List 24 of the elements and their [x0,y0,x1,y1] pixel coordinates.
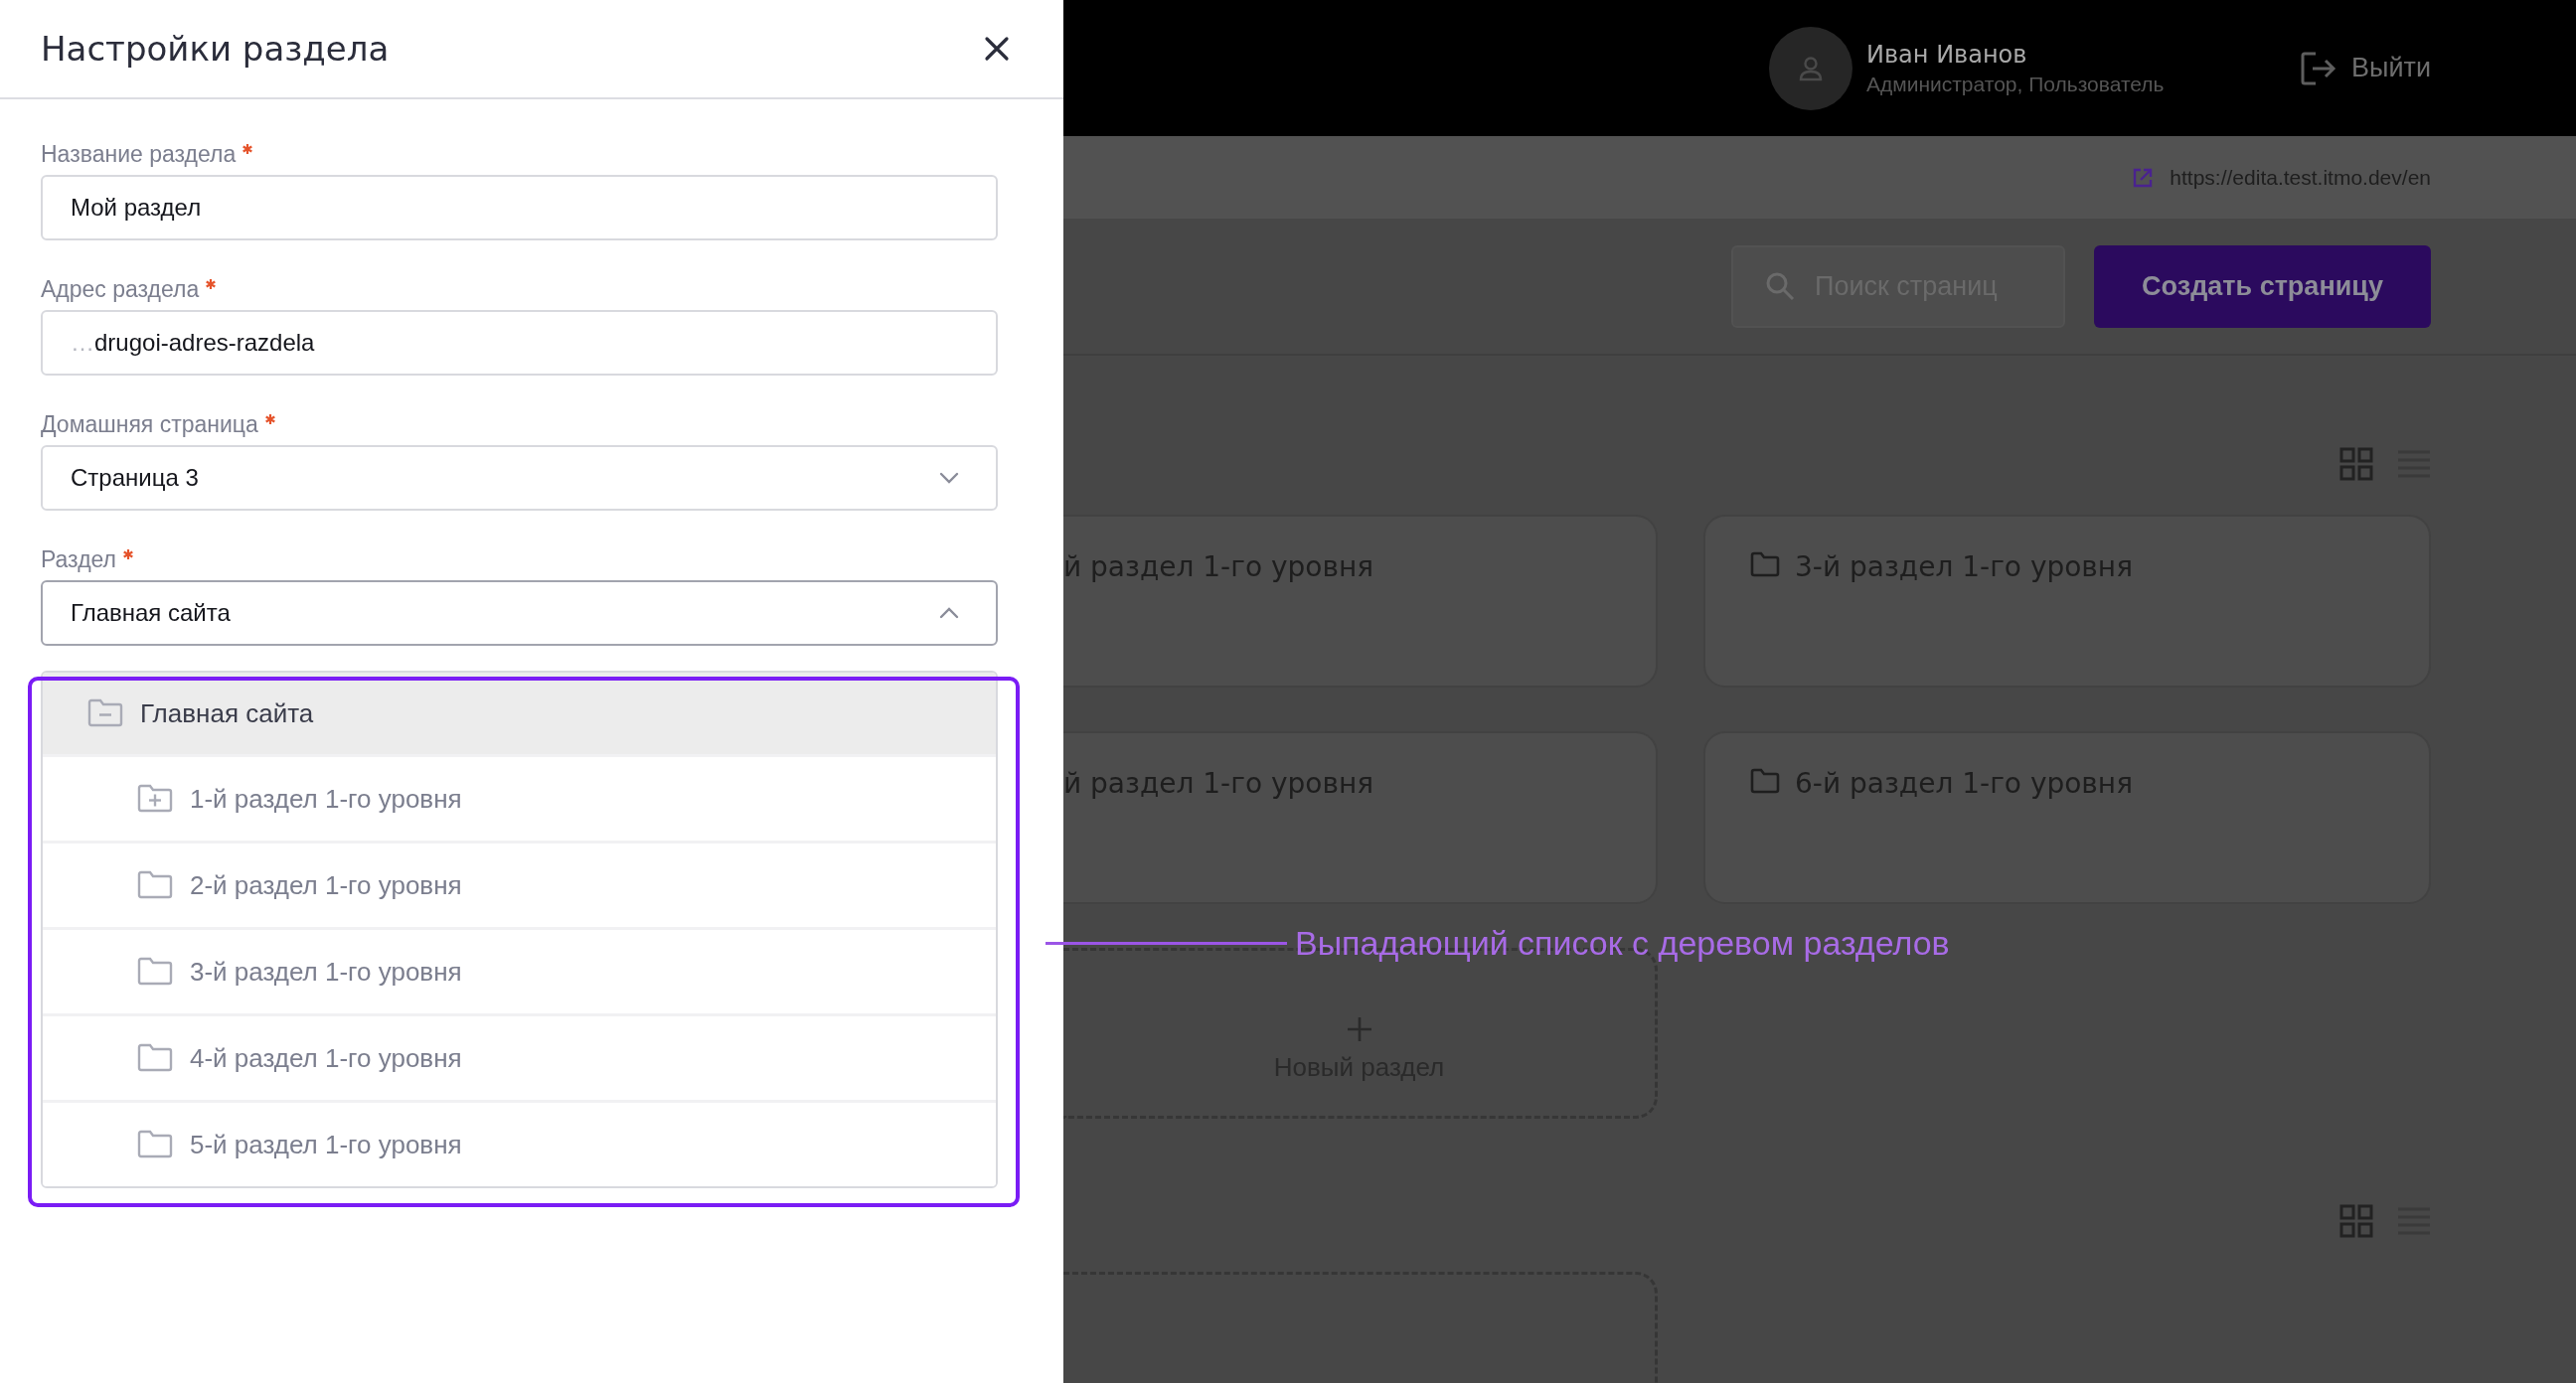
field-label: Раздел [41,546,117,573]
grid-view-icon[interactable] [2339,447,2373,481]
text-field[interactable]: Мой раздел [41,175,998,240]
external-link-icon [2132,166,2155,189]
tree-item[interactable]: Главная сайта [43,673,996,754]
chevron-down-icon [938,471,960,485]
tree-item[interactable]: 5-й раздел 1-го уровня [43,1100,996,1186]
create-page-button[interactable]: Создать страницу [2094,244,2431,328]
folder-icon [1749,767,1781,795]
close-icon [984,36,1010,62]
select-field[interactable]: Главная сайта [41,580,998,646]
field-label: Домашняя страница [41,411,258,438]
panel-title: Настройки раздела [41,29,390,69]
chevron-up-icon [938,606,960,620]
user-name: Иван Иванов [1866,40,2028,69]
field-label: Название раздела [41,141,237,168]
select-field[interactable]: Страница 3 [41,445,998,511]
text-field[interactable]: …drugoi-adres-razdela [41,310,998,376]
field-label: Адрес раздела [41,276,200,303]
logout-button[interactable]: Выйти [2300,50,2431,86]
user-roles: Администратор, Пользователь [1866,72,2166,96]
folder-icon [1749,550,1781,578]
grid-view-icon[interactable] [2339,1204,2373,1238]
logout-icon [2300,50,2338,86]
